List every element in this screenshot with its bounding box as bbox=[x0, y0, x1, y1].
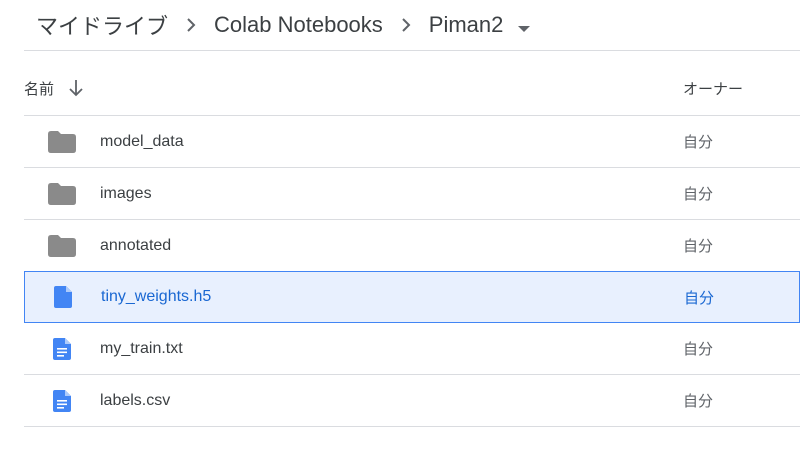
file-icon bbox=[49, 285, 77, 309]
folder-icon bbox=[48, 234, 76, 258]
list-item[interactable]: labels.csv 自分 bbox=[24, 375, 800, 427]
breadcrumb: マイドライブ Colab Notebooks Piman2 bbox=[24, 0, 800, 50]
folder-icon bbox=[48, 182, 76, 206]
breadcrumb-current-label: Piman2 bbox=[428, 12, 504, 37]
chevron-right-icon bbox=[401, 18, 411, 32]
document-icon bbox=[48, 337, 76, 361]
list-item[interactable]: model_data 自分 bbox=[24, 116, 800, 168]
list-item-selected[interactable]: tiny_weights.h5 自分 bbox=[24, 271, 800, 323]
drive-file-browser: マイドライブ Colab Notebooks Piman2 名前 オーナー mo… bbox=[0, 0, 800, 460]
sort-by-name-button[interactable]: 名前 bbox=[24, 78, 84, 99]
folder-icon bbox=[48, 130, 76, 154]
list-item[interactable]: my_train.txt 自分 bbox=[24, 323, 800, 375]
chevron-right-icon bbox=[186, 18, 196, 32]
list-item[interactable]: images 自分 bbox=[24, 168, 800, 220]
column-owner-label: オーナー bbox=[683, 80, 744, 98]
breadcrumb-current-folder[interactable]: Piman2 bbox=[425, 12, 534, 38]
owner-value: 自分 bbox=[683, 393, 714, 410]
file-name: annotated bbox=[100, 236, 172, 254]
owner-value: 自分 bbox=[683, 341, 714, 358]
file-name: my_train.txt bbox=[100, 339, 183, 357]
owner-value: 自分 bbox=[683, 134, 714, 151]
breadcrumb-my-drive[interactable]: マイドライブ bbox=[24, 9, 172, 41]
dropdown-arrow-icon bbox=[517, 26, 530, 32]
owner-value: 自分 bbox=[683, 238, 714, 255]
column-name-label: 名前 bbox=[24, 80, 55, 98]
file-name: model_data bbox=[100, 132, 184, 150]
list-item[interactable]: annotated 自分 bbox=[24, 220, 800, 272]
document-icon bbox=[48, 389, 76, 413]
file-name: tiny_weights.h5 bbox=[101, 288, 212, 305]
divider bbox=[24, 50, 800, 51]
breadcrumb-colab-notebooks[interactable]: Colab Notebooks bbox=[210, 12, 387, 38]
arrow-down-icon bbox=[69, 80, 83, 97]
owner-value: 自分 bbox=[683, 186, 714, 203]
owner-value: 自分 bbox=[684, 289, 715, 307]
list-header: 名前 オーナー bbox=[24, 62, 800, 114]
file-name: labels.csv bbox=[100, 391, 171, 409]
file-list: model_data 自分 images 自分 annotated 自分 tin… bbox=[24, 116, 800, 427]
file-name: images bbox=[100, 184, 152, 202]
